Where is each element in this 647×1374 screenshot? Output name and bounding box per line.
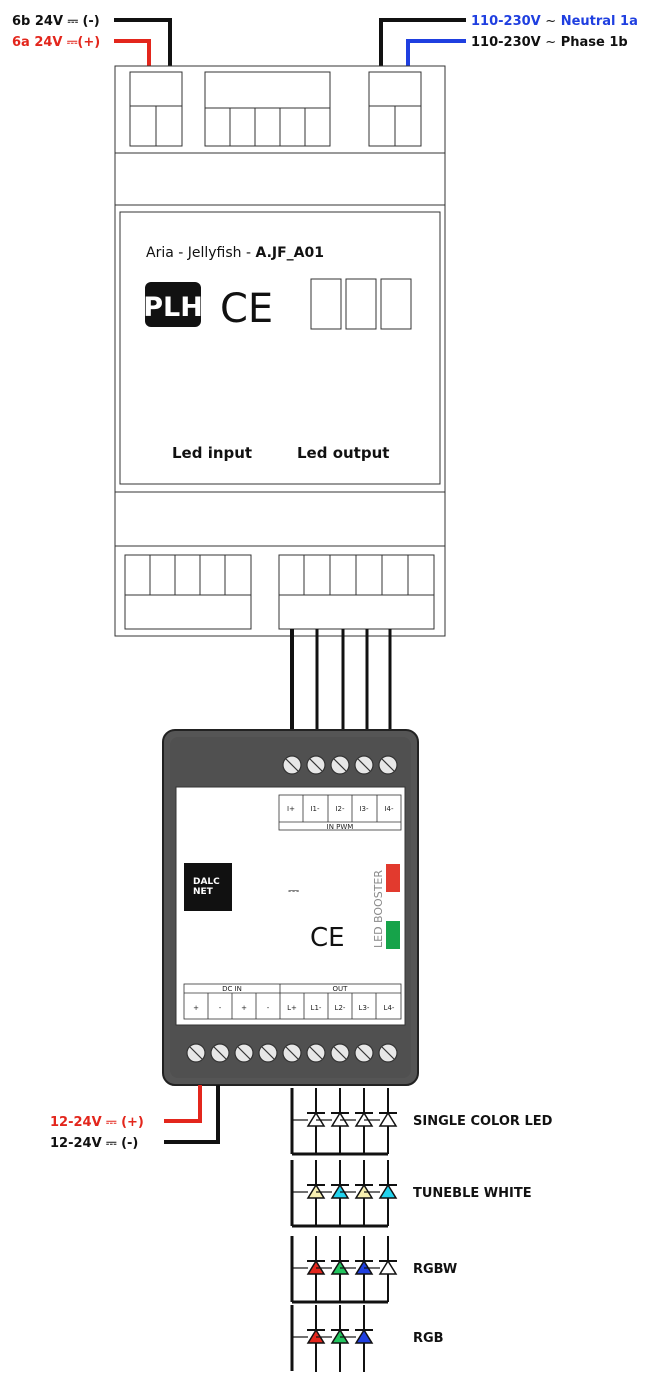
bottom-labels: 12-24V ⎓ (+) 12-24V ⎓ (-) — [50, 1115, 144, 1151]
led-group-label: TUNEBLE WHITE — [413, 1186, 532, 1201]
screw-icon — [186, 1043, 206, 1063]
pin-label: L+ — [287, 1004, 297, 1012]
led-input-label: Led input — [172, 444, 252, 462]
wire-6b-neg — [114, 18, 172, 72]
top-labels: 6b 24V ⎓ (-) 6a 24V ⎓(+) 110-230V ~ Neut… — [12, 14, 638, 50]
svg-text:PLH: PLH — [143, 292, 203, 323]
led-output-groups: SINGLE COLOR LED TUNEBLE WHITE RGBW RGB — [290, 1088, 553, 1372]
pin-label: L4- — [384, 1004, 395, 1012]
pin-label: + — [193, 1004, 199, 1012]
aria-title: Aria - Jellyfish - A.JF_A01 — [146, 245, 324, 261]
in-pwm-title: IN PWM — [327, 823, 354, 831]
power-wires — [164, 1085, 220, 1144]
wire-12-24v-neg — [164, 1085, 220, 1144]
pin-label: I3- — [359, 805, 369, 813]
led-diode-icon — [354, 1328, 374, 1344]
dc-symbol: ⎓ — [288, 883, 299, 899]
led-booster-label: LED BOOSTER — [372, 870, 385, 948]
led-output-label: Led output — [297, 444, 389, 462]
led-group: RGB — [290, 1305, 444, 1372]
screw-icon — [282, 755, 302, 775]
booster-green-bar — [386, 921, 400, 949]
screw-icon — [234, 1043, 254, 1063]
pin-label: L1- — [311, 1004, 322, 1012]
screw-icon — [258, 1043, 278, 1063]
dalc-device: I+ I1- I2- I3- I4- IN PWM DALC NET ⎓ CE … — [162, 729, 419, 1086]
screw-icon — [378, 1043, 398, 1063]
led-group-label: RGBW — [413, 1262, 457, 1277]
label-phase: 110-230V ~ Phase 1b — [471, 35, 628, 50]
pin-label: I2- — [335, 805, 345, 813]
pin-label: I1- — [310, 805, 320, 813]
wire-neutral — [379, 18, 466, 72]
ce-mark-aria: CE — [220, 286, 273, 332]
pin-label: + — [241, 1004, 247, 1012]
booster-red-bar — [386, 864, 400, 892]
top-wires — [114, 18, 466, 72]
ce-mark-dalc: CE — [310, 923, 345, 953]
screw-icon — [378, 755, 398, 775]
led-group: SINGLE COLOR LED — [290, 1088, 553, 1156]
led-group-label: SINGLE COLOR LED — [413, 1114, 553, 1129]
led-diode-icon — [378, 1183, 398, 1199]
led-group-label: RGB — [413, 1331, 444, 1346]
screw-icon — [210, 1043, 230, 1063]
wiring-diagram: 6b 24V ⎓ (-) 6a 24V ⎓(+) 110-230V ~ Neut… — [12, 14, 638, 1372]
wire-12-24v-pos — [164, 1085, 202, 1123]
out-title: OUT — [333, 985, 349, 993]
screw-icon — [330, 755, 350, 775]
led-diode-icon — [378, 1111, 398, 1127]
aria-module — [114, 65, 446, 637]
led-group: TUNEBLE WHITE — [290, 1160, 532, 1228]
label-12-24v-neg: 12-24V ⎓ (-) — [50, 1136, 138, 1151]
pin-label: I+ — [287, 805, 295, 813]
screw-icon — [306, 755, 326, 775]
label-neutral: 110-230V ~ Neutral 1a — [471, 14, 638, 29]
svg-text:DALC: DALC — [193, 877, 220, 887]
dc-in-title: DC IN — [222, 985, 242, 993]
screw-icon — [330, 1043, 350, 1063]
screw-icon — [354, 755, 374, 775]
pin-label: I4- — [384, 805, 394, 813]
pin-label: L3- — [359, 1004, 370, 1012]
led-diode-icon — [378, 1259, 398, 1275]
screw-icon — [282, 1043, 302, 1063]
label-6b-neg: 6b 24V ⎓ (-) — [12, 14, 100, 29]
label-12-24v-pos: 12-24V ⎓ (+) — [50, 1115, 144, 1130]
bottom-screws — [186, 1043, 398, 1063]
dalc-net-logo: DALC NET — [184, 863, 232, 911]
pwm-wires — [290, 629, 392, 740]
label-6a-pos: 6a 24V ⎓(+) — [12, 35, 100, 50]
screw-icon — [354, 1043, 374, 1063]
plh-logo: PLH — [143, 282, 203, 327]
screw-icon — [306, 1043, 326, 1063]
pin-label: L2- — [335, 1004, 346, 1012]
led-group: RGBW — [290, 1236, 457, 1304]
svg-text:NET: NET — [193, 887, 214, 897]
